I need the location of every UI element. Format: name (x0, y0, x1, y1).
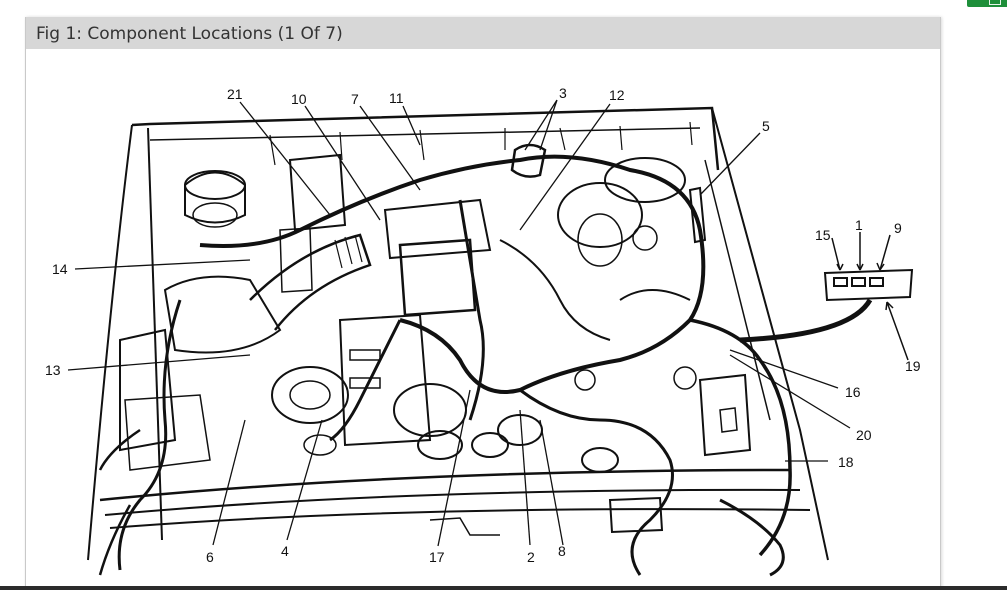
callout-19: 19 (905, 358, 921, 374)
callout-1: 1 (855, 217, 863, 233)
callout-2: 2 (527, 549, 535, 565)
callout-13: 13 (45, 362, 61, 378)
callout-3: 3 (559, 85, 567, 101)
callout-16: 16 (845, 384, 861, 400)
callout-6: 6 (206, 549, 214, 565)
callout-11: 11 (389, 90, 404, 106)
callout-7: 7 (351, 91, 359, 107)
callout-5: 5 (762, 118, 770, 134)
callout-20: 20 (856, 427, 872, 443)
callout-21: 21 (227, 86, 243, 102)
callout-8: 8 (558, 543, 566, 559)
callout-18: 18 (838, 454, 854, 470)
callout-9: 9 (894, 220, 902, 236)
callout-4: 4 (281, 543, 289, 559)
callout-14: 14 (52, 261, 68, 277)
engine-compartment-diagram: 21 10 7 11 3 12 5 15 1 9 14 13 19 16 20 … (45, 85, 921, 577)
callout-17: 17 (429, 549, 445, 565)
leader-lines (67, 99, 851, 547)
callout-12: 12 (609, 87, 625, 103)
connector-19-inset (739, 232, 914, 361)
window-bottom-edge (0, 586, 1007, 590)
callout-10: 10 (291, 91, 307, 107)
callout-15: 15 (815, 227, 831, 243)
